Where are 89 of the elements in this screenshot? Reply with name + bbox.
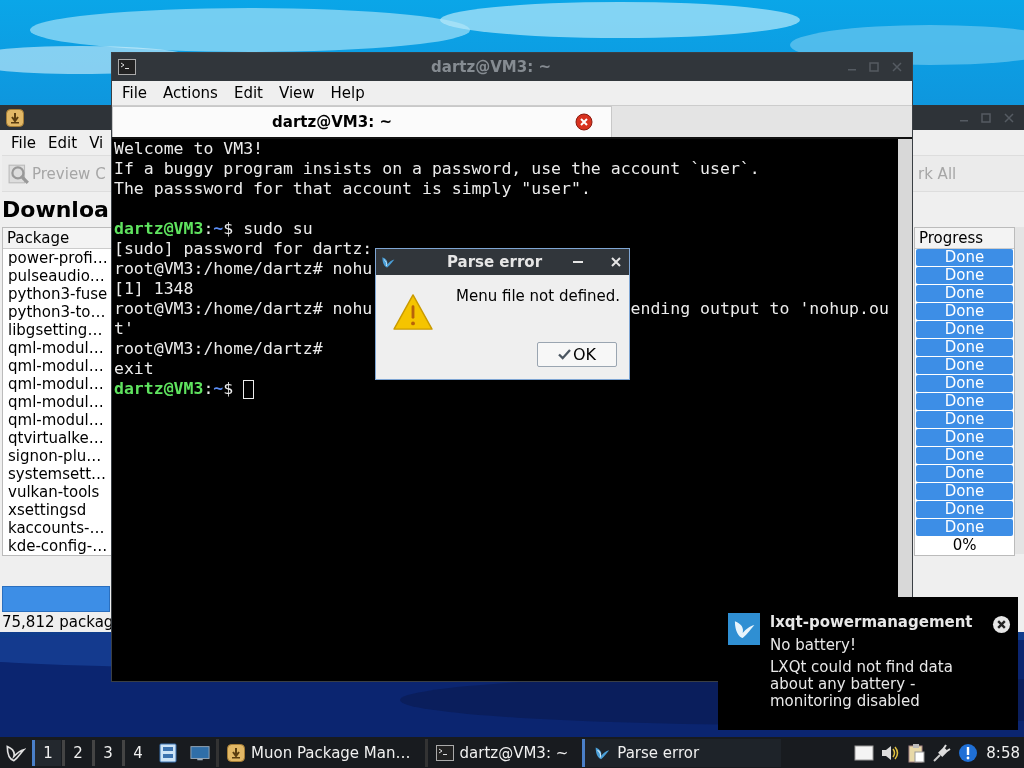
table-cell-text: systemsett… xyxy=(7,465,108,483)
table-cell-text: qml-modul… xyxy=(7,393,105,411)
task-button[interactable]: Muon Package Man… xyxy=(216,738,419,767)
dialog-title: Parse error xyxy=(445,253,544,271)
table-cell-text: python3-to… xyxy=(7,303,107,321)
menu-item[interactable]: File xyxy=(122,84,148,102)
table-cell-text: kde-config-… xyxy=(7,537,109,555)
terminal-line: dartz@VM3:~$ sudo su xyxy=(114,219,313,239)
terminal-line: t' xyxy=(114,319,134,339)
terminal-line: root@VM3:/home/dartz# nohu xyxy=(114,259,373,279)
clipboard-icon[interactable] xyxy=(906,742,927,763)
desktop-button[interactable]: 4 xyxy=(122,739,151,766)
terminal-line: If a buggy program insists on a password, use the account `user`. xyxy=(114,159,760,179)
table-cell-text: qml-modul… xyxy=(7,339,105,357)
menu-item[interactable]: Help xyxy=(330,84,365,102)
terminal-line: root@VM3:/home/dartz# nohu xyxy=(114,299,373,319)
progress-text: Done xyxy=(943,501,986,518)
plug-icon[interactable] xyxy=(932,742,953,763)
note-icon[interactable] xyxy=(854,742,875,763)
menu-item[interactable]: Edit xyxy=(48,133,78,152)
table-cell-text: pulseaudio… xyxy=(7,267,106,285)
progress-text: Done xyxy=(943,375,986,392)
table-cell-text: vulkan-tools xyxy=(7,483,101,501)
table-cell-text: xsettingsd xyxy=(7,501,88,519)
dialog-message: Menu file not defined. xyxy=(456,287,621,305)
close-icon[interactable] xyxy=(992,615,1011,634)
progress-text: Done xyxy=(943,303,986,320)
table-cell-text: power-profi… xyxy=(7,249,109,267)
terminal-line: exit xyxy=(114,359,154,379)
scrollbar[interactable] xyxy=(1015,227,1024,554)
task-button[interactable]: Parse error xyxy=(582,738,782,767)
progress-text: Done xyxy=(943,465,986,482)
ok-button[interactable]: OK xyxy=(537,342,617,367)
table-cell-text: qml-modul… xyxy=(7,357,105,375)
window-title: dartz@VM3: ~ xyxy=(430,58,552,76)
progress-text: Done xyxy=(943,321,986,338)
notification-body: LXQt could not find data about any battery - monitoring disabled xyxy=(770,659,954,710)
menu-item[interactable]: View xyxy=(278,84,315,102)
download-icon xyxy=(6,108,24,127)
magnifier-icon xyxy=(8,162,30,185)
table-cell-text: kaccounts-… xyxy=(7,519,106,537)
terminal-icon xyxy=(118,59,136,75)
menu-item[interactable]: Actions xyxy=(163,84,218,102)
progress-text: Done xyxy=(943,447,986,464)
file-cabinet-icon[interactable] xyxy=(158,742,178,763)
progress-text: 0% xyxy=(951,537,978,554)
menu-item[interactable]: Vi xyxy=(89,133,104,152)
terminal-line: root@VM3:/home/dartz# xyxy=(114,339,323,359)
close-icon[interactable] xyxy=(575,113,593,131)
terminal-line: ending output to 'nohup.ou xyxy=(630,299,889,319)
desktop-button[interactable]: 1 xyxy=(32,739,61,766)
progress-text: Done xyxy=(943,357,986,374)
terminal-line: dartz@VM3:~$ xyxy=(114,379,235,399)
download-icon xyxy=(227,743,245,762)
progress-text: Done xyxy=(943,339,986,356)
notification-summary: No battery! xyxy=(770,636,857,654)
table-cell-text: qml-modul… xyxy=(7,375,105,393)
progress-text: Done xyxy=(943,429,986,446)
desktop-button[interactable]: 2 xyxy=(62,739,91,766)
terminal-line: [sudo] password for dartz: xyxy=(114,239,373,259)
warning-icon xyxy=(392,293,434,331)
terminal-line: [1] 1348 xyxy=(114,279,194,299)
table-cell-text: qtvirtualke… xyxy=(7,429,105,447)
progress-text: Done xyxy=(943,483,986,500)
progress-text: Done xyxy=(943,249,986,266)
info-icon[interactable] xyxy=(958,742,979,763)
terminal-tab[interactable]: dartz@VM3: ~ xyxy=(112,106,612,137)
progress-text: Done xyxy=(943,519,986,536)
table-cell-text: qml-modul… xyxy=(7,411,105,429)
notification-title: lxqt-powermanagement xyxy=(770,613,974,631)
column-header[interactable]: Progress xyxy=(915,228,1015,249)
terminal-line: Welcome to VM3! xyxy=(114,139,263,159)
section-heading: Downloa xyxy=(2,197,109,222)
progress-text: Done xyxy=(943,285,986,302)
progress-text: Done xyxy=(943,267,986,284)
desktop-button[interactable]: 3 xyxy=(92,739,121,766)
progress-text: Done xyxy=(943,411,986,428)
terminal-line: The passsword for that account is simply "user". xyxy=(114,179,591,199)
clock[interactable]: 8:58 xyxy=(986,743,1020,762)
progress-text: Done xyxy=(943,393,986,410)
terminal-icon xyxy=(435,743,454,762)
table-cell-text: libgsetting… xyxy=(7,321,104,339)
column-header[interactable]: Package xyxy=(3,228,111,249)
task-button[interactable]: dartz@VM3: ~ xyxy=(424,738,577,767)
menu-item[interactable]: Edit xyxy=(233,84,263,102)
table-cell-text: signon-plu… xyxy=(7,447,103,465)
check-icon xyxy=(557,349,571,360)
table-cell-text: python3-fuse xyxy=(7,285,109,303)
menu-item[interactable]: File xyxy=(11,133,37,152)
